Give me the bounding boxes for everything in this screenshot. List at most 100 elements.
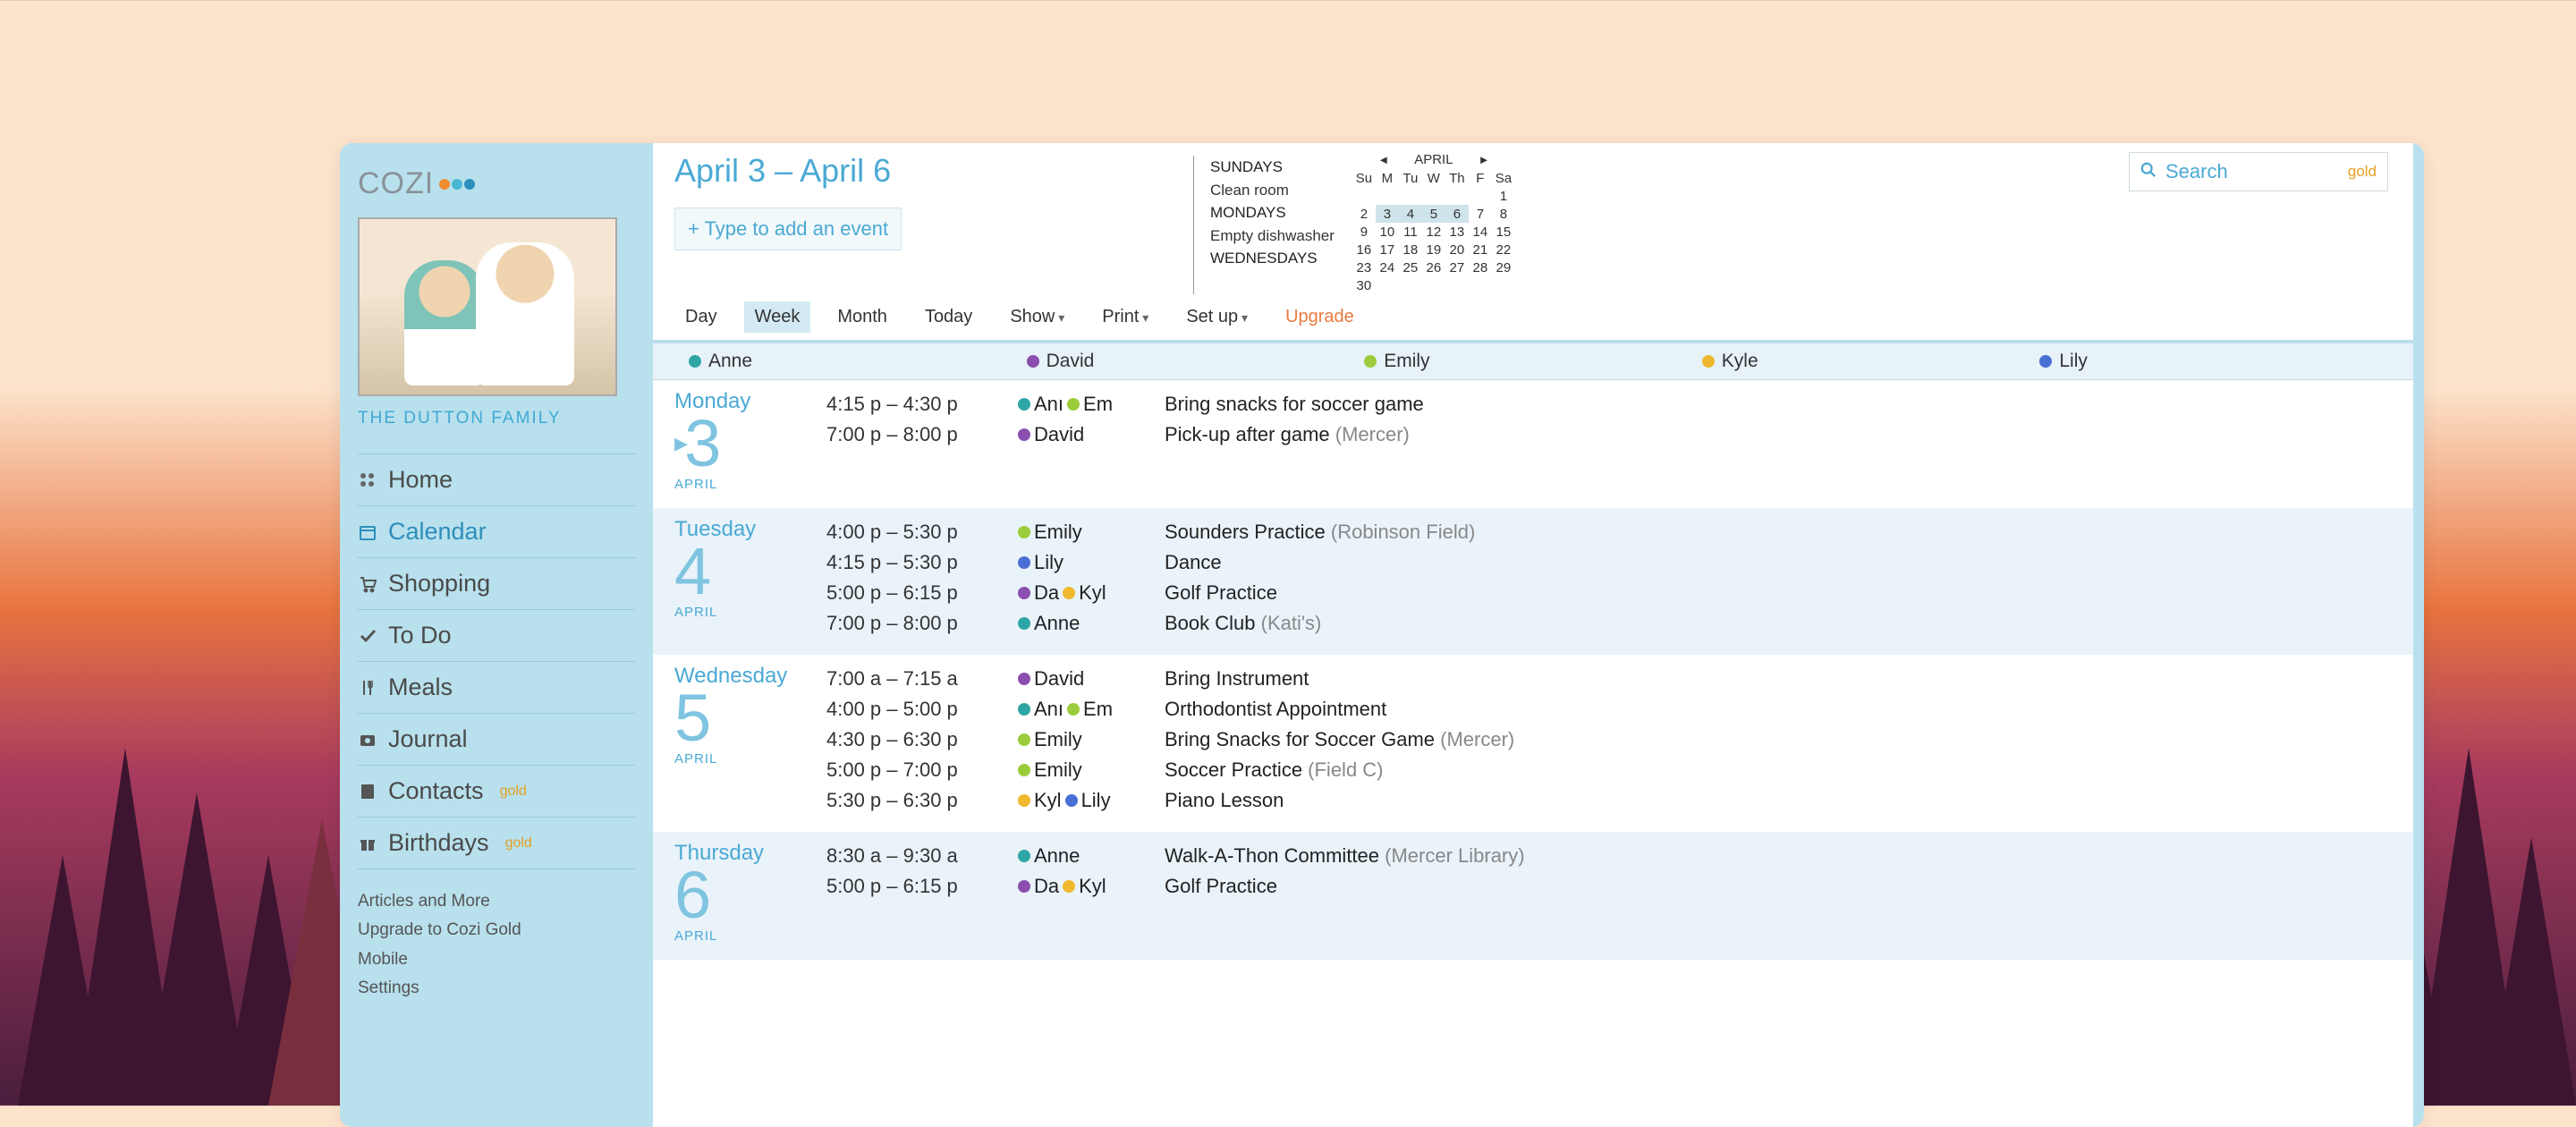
mini-cal-day[interactable]: 4 [1399, 205, 1422, 223]
mini-cal-day[interactable]: 14 [1469, 223, 1492, 241]
footer-settings[interactable]: Settings [358, 974, 635, 1003]
mini-cal-day[interactable]: 16 [1352, 241, 1376, 258]
nav-shopping[interactable]: Shopping [358, 558, 635, 610]
event-row[interactable]: 7:00 p – 8:00 pAnneBook Club (Kati's) [826, 608, 2392, 639]
mini-cal-day[interactable] [1422, 276, 1445, 294]
mini-cal-day[interactable]: 2 [1352, 205, 1376, 223]
mini-cal-day[interactable] [1352, 187, 1376, 205]
mini-cal-day[interactable] [1399, 276, 1422, 294]
event-location: (Kati's) [1261, 612, 1322, 634]
event-row[interactable]: 4:00 p – 5:00 pAnıEmOrthodontist Appoint… [826, 694, 2392, 724]
mini-cal-day[interactable] [1469, 276, 1492, 294]
mini-cal-day[interactable]: 24 [1376, 258, 1399, 276]
event-row[interactable]: 5:00 p – 6:15 pDaKylGolf Practice [826, 871, 2392, 902]
event-row[interactable]: 4:30 p – 6:30 pEmilyBring Snacks for Soc… [826, 724, 2392, 755]
mini-cal-day[interactable]: 27 [1445, 258, 1469, 276]
nav-meals[interactable]: Meals [358, 662, 635, 714]
person-kyle[interactable]: Kyle [1702, 351, 2040, 372]
person-emily[interactable]: Emily [1364, 351, 1702, 372]
event-time: 4:00 p – 5:30 p [826, 521, 1014, 544]
mini-cal-day[interactable] [1376, 276, 1399, 294]
event-row[interactable]: 7:00 a – 7:15 aDavidBring Instrument [826, 664, 2392, 694]
mini-cal-day[interactable]: 29 [1492, 258, 1515, 276]
mini-cal-grid[interactable]: SuMTuWThFSa12345678910111213141516171819… [1352, 169, 1515, 294]
day-month-label: APRIL [674, 751, 818, 767]
event-row[interactable]: 5:00 p – 7:00 pEmilySoccer Practice (Fie… [826, 755, 2392, 785]
mini-cal-day[interactable]: 10 [1376, 223, 1399, 241]
mini-cal-day[interactable]: 19 [1422, 241, 1445, 258]
tab-print[interactable]: Print [1091, 301, 1159, 333]
tab-day[interactable]: Day [674, 301, 728, 333]
event-people: David [1018, 423, 1161, 446]
mini-cal-day[interactable]: 17 [1376, 241, 1399, 258]
mini-cal-day[interactable]: 7 [1469, 205, 1492, 223]
nav-birthdays[interactable]: Birthdays gold [358, 818, 635, 869]
prev-month-button[interactable]: ◄ [1377, 153, 1389, 166]
tab-setup[interactable]: Set up [1175, 301, 1258, 333]
mini-cal-day[interactable]: 3 [1376, 205, 1399, 223]
mini-calendar[interactable]: ◄ APRIL ► SuMTuWThFSa1234567891011121314… [1352, 152, 1515, 294]
mini-cal-day[interactable] [1399, 187, 1422, 205]
person-label: Emily [1384, 351, 1429, 372]
mini-cal-day[interactable] [1445, 187, 1469, 205]
footer-articles[interactable]: Articles and More [358, 887, 635, 916]
mini-cal-day[interactable]: 15 [1492, 223, 1515, 241]
mini-cal-day[interactable]: 20 [1445, 241, 1469, 258]
event-row[interactable]: 4:00 p – 5:30 pEmilySounders Practice (R… [826, 517, 2392, 547]
nav-contacts[interactable]: Contacts gold [358, 766, 635, 818]
person-david[interactable]: David [1027, 351, 1365, 372]
footer-mobile[interactable]: Mobile [358, 945, 635, 974]
event-time: 4:00 p – 5:00 p [826, 698, 1014, 721]
event-row[interactable]: 5:00 p – 6:15 pDaKylGolf Practice [826, 578, 2392, 608]
nav-calendar[interactable]: Calendar [358, 506, 635, 558]
person-short: Anne [1034, 844, 1080, 868]
day-block: Tuesday4APRIL4:00 p – 5:30 pEmilySounder… [653, 508, 2413, 655]
tab-show[interactable]: Show [999, 301, 1075, 333]
mini-cal-day[interactable]: 23 [1352, 258, 1376, 276]
nav-journal[interactable]: Journal [358, 714, 635, 766]
mini-cal-day[interactable]: 21 [1469, 241, 1492, 258]
add-event-input[interactable]: + Type to add an event [674, 208, 902, 250]
mini-cal-day[interactable] [1492, 276, 1515, 294]
event-row[interactable]: 8:30 a – 9:30 aAnneWalk-A-Thon Committee… [826, 841, 2392, 871]
brand-logo[interactable]: COZI [358, 159, 635, 208]
mini-cal-day[interactable]: 13 [1445, 223, 1469, 241]
mini-cal-day[interactable]: 9 [1352, 223, 1376, 241]
mini-cal-day[interactable]: 8 [1492, 205, 1515, 223]
mini-cal-day[interactable] [1469, 187, 1492, 205]
mini-cal-day[interactable]: 22 [1492, 241, 1515, 258]
mini-cal-day[interactable] [1376, 187, 1399, 205]
mini-cal-day[interactable]: 1 [1492, 187, 1515, 205]
nav-home[interactable]: Home [358, 454, 635, 506]
person-lily[interactable]: Lily [2039, 351, 2377, 372]
mini-cal-day[interactable]: 5 [1422, 205, 1445, 223]
person-dot-icon [1018, 733, 1030, 746]
event-row[interactable]: 4:15 p – 4:30 pAnıEmBring snacks for soc… [826, 389, 2392, 419]
mini-cal-day[interactable]: 11 [1399, 223, 1422, 241]
mini-cal-day[interactable]: 30 [1352, 276, 1376, 294]
tab-upgrade[interactable]: Upgrade [1275, 301, 1365, 333]
tab-week[interactable]: Week [744, 301, 811, 333]
tab-today[interactable]: Today [914, 301, 983, 333]
mini-cal-day[interactable]: 28 [1469, 258, 1492, 276]
person-anne[interactable]: Anne [689, 351, 1027, 372]
events-list: 4:15 p – 4:30 pAnıEmBring snacks for soc… [826, 389, 2392, 492]
search-box[interactable]: Search gold [2129, 152, 2388, 191]
mini-cal-day[interactable]: 6 [1445, 205, 1469, 223]
mini-cal-day[interactable]: 12 [1422, 223, 1445, 241]
mini-cal-day[interactable]: 25 [1399, 258, 1422, 276]
mini-cal-day[interactable] [1422, 187, 1445, 205]
event-row[interactable]: 5:30 p – 6:30 pKylLilyPiano Lesson [826, 785, 2392, 816]
next-month-button[interactable]: ► [1479, 153, 1490, 166]
family-photo[interactable] [358, 217, 617, 396]
day-block: Wednesday5APRIL7:00 a – 7:15 aDavidBring… [653, 655, 2413, 832]
mini-cal-day[interactable]: 18 [1399, 241, 1422, 258]
footer-upgrade[interactable]: Upgrade to Cozi Gold [358, 916, 635, 945]
event-row[interactable]: 7:00 p – 8:00 pDavidPick-up after game (… [826, 419, 2392, 450]
mini-cal-day[interactable]: 26 [1422, 258, 1445, 276]
tab-month[interactable]: Month [826, 301, 898, 333]
nav-todo[interactable]: To Do [358, 610, 635, 662]
dot-icon [1702, 355, 1715, 368]
mini-cal-day[interactable] [1445, 276, 1469, 294]
event-row[interactable]: 4:15 p – 5:30 pLilyDance [826, 547, 2392, 578]
